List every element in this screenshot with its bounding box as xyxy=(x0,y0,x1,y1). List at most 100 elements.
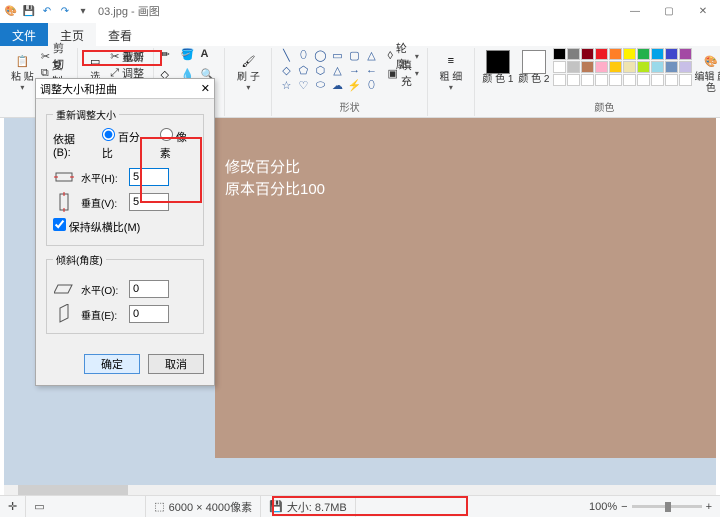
color-swatch[interactable] xyxy=(567,74,580,86)
color-swatch[interactable] xyxy=(679,48,692,60)
color-swatch[interactable] xyxy=(595,74,608,86)
paste-icon: 📋 xyxy=(11,50,33,72)
color-swatch[interactable] xyxy=(665,48,678,60)
color-swatch[interactable] xyxy=(581,61,594,73)
color-swatch[interactable] xyxy=(595,48,608,60)
color-swatch[interactable] xyxy=(581,48,594,60)
pencil-tool[interactable]: ✏ xyxy=(160,48,178,66)
save-icon[interactable]: 💾 xyxy=(22,4,36,18)
tab-file[interactable]: 文件 xyxy=(0,23,48,47)
fill-tool[interactable]: 🪣 xyxy=(180,48,198,66)
status-zoom: 100% − + xyxy=(581,496,720,517)
color2-button[interactable]: 颜 色 2 xyxy=(517,48,551,85)
vertical-input[interactable] xyxy=(129,193,169,211)
zoom-out-button[interactable]: − xyxy=(621,501,627,513)
app-icon: 🎨 xyxy=(4,4,18,18)
color-swatch[interactable] xyxy=(609,74,622,86)
dialog-title: 调整大小和扭曲 xyxy=(40,81,117,97)
color-swatch[interactable] xyxy=(553,48,566,60)
redo-icon[interactable]: ↷ xyxy=(58,4,72,18)
color-swatch[interactable] xyxy=(595,61,608,73)
radio-pixels[interactable]: 像素 xyxy=(160,128,197,161)
paste-button[interactable]: 📋 粘 贴 ▾ xyxy=(8,48,37,92)
annotation-line2: 原本百分比100 xyxy=(225,178,325,199)
color-swatch[interactable] xyxy=(609,61,622,73)
qat-customize-icon[interactable]: ▾ xyxy=(76,4,90,18)
close-button[interactable]: ✕ xyxy=(686,0,720,22)
color-swatch[interactable] xyxy=(623,74,636,86)
group-colors: 颜 色 1 颜 色 2 🎨编辑 颜色 颜色 xyxy=(475,48,720,116)
thickness-icon: ≡ xyxy=(440,50,462,72)
color-swatch[interactable] xyxy=(679,61,692,73)
color-swatch[interactable] xyxy=(567,48,580,60)
color2-swatch xyxy=(522,50,546,74)
color-palette[interactable] xyxy=(553,48,692,86)
status-pos: ✛ xyxy=(0,496,26,517)
color-swatch[interactable] xyxy=(665,74,678,86)
ok-button[interactable]: 确定 xyxy=(84,354,140,374)
color-swatch[interactable] xyxy=(651,74,664,86)
color-swatch[interactable] xyxy=(553,74,566,86)
group-shapes: ╲⬯◯▭▢△ ◇⬠⬡△→← ☆♡⬭☁⚡⬯ ◊轮廓▾ ▣填充▾ 形状 xyxy=(272,48,427,116)
skew-fieldset: 倾斜(角度) 水平(O): 垂直(E): xyxy=(46,252,204,334)
select-icon: ▭ xyxy=(84,50,106,72)
brush-icon: 🖌 xyxy=(237,50,259,72)
text-tool[interactable]: A xyxy=(200,48,218,66)
skew-h-input[interactable] xyxy=(129,280,169,298)
color-swatch[interactable] xyxy=(651,48,664,60)
status-bar: ✛ ▭ ⬚6000 × 4000像素 💾大小: 8.7MB 100% − + xyxy=(0,495,720,517)
dialog-close-button[interactable]: ✕ xyxy=(201,82,210,95)
color1-button[interactable]: 颜 色 1 xyxy=(481,48,515,85)
skew-v-input[interactable] xyxy=(129,305,169,323)
brush-button[interactable]: 🖌刷 子▾ xyxy=(231,48,265,92)
dims-icon: ⬚ xyxy=(154,500,164,513)
horizontal-input[interactable] xyxy=(129,168,169,186)
crop-icon: ✂ xyxy=(110,50,119,63)
status-dims: ⬚6000 × 4000像素 xyxy=(146,496,261,517)
horiz-skew-icon xyxy=(53,280,75,298)
selection-icon: ▭ xyxy=(34,500,44,513)
group-thickness: ≡粗 细▾ xyxy=(428,48,475,116)
edit-colors-icon: 🎨 xyxy=(700,50,720,72)
chevron-down-icon: ▾ xyxy=(20,83,24,92)
radio-percent[interactable]: 百分比 xyxy=(102,128,150,161)
horizontal-scrollbar[interactable] xyxy=(4,485,716,495)
color-swatch[interactable] xyxy=(581,74,594,86)
tab-view[interactable]: 查看 xyxy=(96,23,144,47)
scroll-thumb[interactable] xyxy=(18,485,128,495)
quick-access-toolbar: 🎨 💾 ↶ ↷ ▾ xyxy=(4,4,90,18)
color-swatch[interactable] xyxy=(623,61,636,73)
resize-fieldset: 重新调整大小 依据(B): 百分比 像素 水平(H): 垂直(V): 保持纵横比… xyxy=(46,107,204,246)
minimize-button[interactable]: — xyxy=(618,0,652,22)
maximize-button[interactable]: ▢ xyxy=(652,0,686,22)
color-swatch[interactable] xyxy=(665,61,678,73)
color-swatch[interactable] xyxy=(623,48,636,60)
zoom-slider[interactable] xyxy=(632,505,702,508)
color1-swatch xyxy=(486,50,510,74)
undo-icon[interactable]: ↶ xyxy=(40,4,54,18)
color-swatch[interactable] xyxy=(637,48,650,60)
color-swatch[interactable] xyxy=(637,61,650,73)
edit-colors-button[interactable]: 🎨编辑 颜色 xyxy=(694,48,720,94)
thickness-button[interactable]: ≡粗 细▾ xyxy=(434,48,468,92)
shapes-gallery[interactable]: ╲⬯◯▭▢△ ◇⬠⬡△→← ☆♡⬭☁⚡⬯ xyxy=(278,48,379,92)
color-swatch[interactable] xyxy=(679,74,692,86)
title-bar: 🎨 💾 ↶ ↷ ▾ 03.jpg - 画图 — ▢ ✕ xyxy=(0,0,720,22)
color-swatch[interactable] xyxy=(637,74,650,86)
color-swatch[interactable] xyxy=(567,61,580,73)
ribbon-tabs: 文件 主页 查看 xyxy=(0,22,720,46)
resize-dialog: 调整大小和扭曲 ✕ 重新调整大小 依据(B): 百分比 像素 水平(H): 垂直… xyxy=(35,78,215,386)
cancel-button[interactable]: 取消 xyxy=(148,354,204,374)
color-swatch[interactable] xyxy=(609,48,622,60)
canvas-image[interactable]: 修改百分比 原本百分比100 xyxy=(215,118,716,458)
zoom-in-button[interactable]: + xyxy=(706,501,712,513)
shape-fill-button[interactable]: ▣填充▾ xyxy=(385,65,420,81)
color-swatch[interactable] xyxy=(651,61,664,73)
cut-icon: ✂ xyxy=(41,50,50,63)
fill-icon: ▣ xyxy=(387,67,397,80)
chevron-down-icon: ▾ xyxy=(246,83,250,92)
aspect-checkbox[interactable]: 保持纵横比(M) xyxy=(53,218,140,235)
disk-icon: 💾 xyxy=(269,500,283,513)
horiz-resize-icon xyxy=(53,168,75,186)
color-swatch[interactable] xyxy=(553,61,566,73)
